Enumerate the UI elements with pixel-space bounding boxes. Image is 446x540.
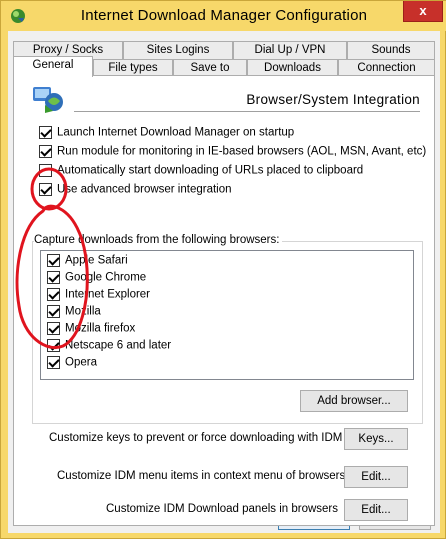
- title-bar[interactable]: Internet Download Manager Configuration …: [1, 1, 446, 31]
- browser-label: Google Chrome: [65, 271, 147, 284]
- browser-label: Internet Explorer: [65, 288, 151, 301]
- browser-label: Mozilla: [65, 305, 101, 318]
- option-label: Automatically start downloading of URLs …: [57, 164, 364, 177]
- edit-menu-items-button[interactable]: Edit...: [344, 466, 408, 488]
- browser-checkbox[interactable]: [47, 288, 60, 301]
- add-browser-button[interactable]: Add browser...: [300, 390, 408, 412]
- tab-general[interactable]: General: [13, 56, 93, 77]
- tab-sites-logins[interactable]: Sites Logins: [123, 41, 233, 59]
- section-divider: [74, 111, 420, 112]
- browser-item-internet-explorer[interactable]: Internet Explorer: [47, 288, 150, 304]
- browser-label: Apple Safari: [65, 254, 128, 267]
- download-panels-description: Customize IDM Download panels in browser…: [106, 503, 339, 515]
- browser-integration-icon: [33, 87, 63, 113]
- tab-dial-up-vpn[interactable]: Dial Up / VPN: [233, 41, 347, 59]
- option-label: Use advanced browser integration: [57, 183, 232, 196]
- browser-item-google-chrome[interactable]: Google Chrome: [47, 271, 146, 287]
- dialog-client: Proxy / Socks Sites Logins Dial Up / VPN…: [8, 31, 440, 533]
- browser-item-mozilla-firefox[interactable]: Mozilla firefox: [47, 322, 135, 338]
- browser-checkbox[interactable]: [47, 356, 60, 369]
- close-button[interactable]: x: [403, 1, 443, 22]
- launch-on-startup-checkbox[interactable]: [39, 126, 52, 139]
- browser-item-netscape[interactable]: Netscape 6 and later: [47, 339, 171, 355]
- tab-sounds[interactable]: Sounds: [347, 41, 435, 59]
- browser-checkbox[interactable]: [47, 271, 60, 284]
- browser-label: Opera: [65, 356, 97, 369]
- clipboard-urls-checkbox[interactable]: [39, 164, 52, 177]
- option-advanced-integration[interactable]: Use advanced browser integration: [39, 183, 232, 199]
- browser-list[interactable]: Apple Safari Google Chrome Internet Expl…: [40, 250, 414, 380]
- browser-checkbox[interactable]: [47, 254, 60, 267]
- menu-items-description: Customize IDM menu items in context menu…: [57, 470, 346, 482]
- section-title: Browser/System Integration: [246, 92, 420, 107]
- keys-button[interactable]: Keys...: [344, 428, 408, 450]
- edit-download-panels-button[interactable]: Edit...: [344, 499, 408, 521]
- option-ie-monitoring[interactable]: Run module for monitoring in IE-based br…: [39, 145, 426, 161]
- browser-item-apple-safari[interactable]: Apple Safari: [47, 254, 128, 270]
- browser-label: Mozilla firefox: [65, 322, 136, 335]
- close-icon: x: [419, 3, 427, 18]
- config-window: Internet Download Manager Configuration …: [0, 0, 446, 539]
- browser-checkbox[interactable]: [47, 322, 60, 335]
- option-clipboard-urls[interactable]: Automatically start downloading of URLs …: [39, 164, 363, 180]
- option-label: Launch Internet Download Manager on star…: [57, 126, 295, 139]
- option-label: Run module for monitoring in IE-based br…: [57, 145, 427, 158]
- browser-label: Netscape 6 and later: [65, 339, 172, 352]
- advanced-integration-checkbox[interactable]: [39, 183, 52, 196]
- ie-monitoring-checkbox[interactable]: [39, 145, 52, 158]
- browser-checkbox[interactable]: [47, 339, 60, 352]
- window-title: Internet Download Manager Configuration: [80, 7, 368, 24]
- browser-checkbox[interactable]: [47, 305, 60, 318]
- capture-group-label: Capture downloads from the following bro…: [34, 234, 283, 246]
- browser-item-mozilla[interactable]: Mozilla: [47, 305, 101, 321]
- option-launch-on-startup[interactable]: Launch Internet Download Manager on star…: [39, 126, 294, 142]
- general-tab-panel: Browser/System Integration Launch Intern…: [13, 75, 435, 526]
- keys-description: Customize keys to prevent or force downl…: [49, 432, 343, 444]
- browser-item-opera[interactable]: Opera: [47, 356, 97, 372]
